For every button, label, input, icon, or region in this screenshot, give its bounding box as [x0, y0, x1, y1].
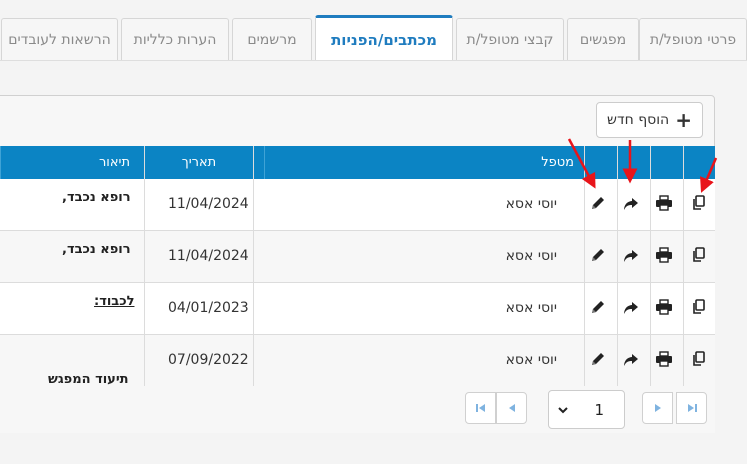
print-icon — [655, 299, 673, 319]
tab-prescriptions[interactable]: מרשמים — [232, 18, 312, 61]
column-divider — [584, 146, 585, 386]
plus-icon: + — [675, 108, 692, 132]
print-button[interactable] — [654, 351, 674, 371]
edit-icon — [590, 195, 606, 215]
copy-button[interactable] — [689, 299, 709, 319]
therapist-cell: יוסי אסא — [505, 248, 557, 264]
last-page-icon — [687, 404, 697, 412]
copy-button[interactable] — [689, 351, 709, 371]
edit-button[interactable] — [588, 195, 608, 215]
share-button[interactable] — [621, 299, 641, 319]
first-page-button[interactable] — [465, 392, 496, 424]
column-divider — [650, 146, 651, 386]
edit-button[interactable] — [588, 247, 608, 267]
next-page-button[interactable] — [642, 392, 673, 424]
therapist-cell: יוסי אסא — [505, 300, 557, 316]
column-divider — [617, 146, 618, 386]
therapist-cell: יוסי אסא — [505, 196, 557, 212]
page-number: 1 — [594, 400, 604, 419]
prev-page-button[interactable] — [496, 392, 527, 424]
add-new-button[interactable]: + הוסף חדש — [596, 102, 703, 138]
copy-button[interactable] — [689, 195, 709, 215]
print-icon — [655, 247, 673, 267]
share-button[interactable] — [621, 351, 641, 371]
description-cell: לכבוד: — [94, 294, 135, 309]
share-button[interactable] — [621, 195, 641, 215]
edit-icon — [590, 351, 606, 371]
column-divider — [683, 146, 684, 386]
column-header-therapist[interactable]: מטפל — [264, 146, 584, 179]
copy-button[interactable] — [689, 247, 709, 267]
last-page-button[interactable] — [676, 392, 707, 424]
column-divider — [144, 146, 145, 386]
column-header-date[interactable]: תאריך — [144, 146, 253, 179]
tab-employee-permissions[interactable]: הרשאות לעובדים — [1, 18, 118, 61]
column-divider — [253, 146, 254, 386]
share-icon — [623, 248, 639, 267]
tab-letters-referrals[interactable]: מכתבים/הפניות — [315, 15, 453, 61]
edit-button[interactable] — [588, 351, 608, 371]
chevron-down-icon — [558, 406, 568, 413]
share-button[interactable] — [621, 247, 641, 267]
first-page-icon — [475, 404, 485, 412]
tab-divider — [0, 60, 747, 61]
print-button[interactable] — [654, 247, 674, 267]
copy-icon — [692, 247, 706, 267]
date-cell: 07/09/2022 — [168, 352, 249, 368]
tab-patient-files[interactable]: קבצי מטופל/ת — [456, 18, 564, 61]
date-cell: 11/04/2024 — [168, 196, 249, 212]
print-icon — [655, 351, 673, 371]
add-new-label: הוסף חדש — [607, 112, 670, 128]
column-header-description[interactable]: תיאור — [0, 146, 144, 179]
share-icon — [623, 196, 639, 215]
tab-bar: פרטי מטופל/ת מפגשים קבצי מטופל/ת מכתבים/… — [0, 15, 747, 61]
tab-general-notes[interactable]: הערות כלליות — [121, 18, 229, 61]
description-cell: תיעוד המפגש — [48, 372, 129, 387]
next-page-icon — [654, 404, 661, 412]
page-select[interactable]: 1 — [548, 390, 625, 429]
copy-icon — [692, 351, 706, 371]
date-cell: 11/04/2024 — [168, 248, 249, 264]
tab-patient-details[interactable]: פרטי מטופל/ת — [639, 18, 747, 61]
description-cell: רופא נכבד, — [62, 242, 131, 257]
print-icon — [655, 195, 673, 215]
date-cell: 04/01/2023 — [168, 300, 249, 316]
print-button[interactable] — [654, 195, 674, 215]
copy-icon — [692, 195, 706, 215]
edit-button[interactable] — [588, 299, 608, 319]
tab-meetings[interactable]: מפגשים — [567, 18, 639, 61]
prev-page-icon — [508, 404, 515, 412]
therapist-cell: יוסי אסא — [505, 352, 557, 368]
print-button[interactable] — [654, 299, 674, 319]
description-cell: רופא נכבד, — [62, 190, 131, 205]
edit-icon — [590, 299, 606, 319]
share-icon — [623, 300, 639, 319]
copy-icon — [692, 299, 706, 319]
edit-icon — [590, 247, 606, 267]
share-icon — [623, 352, 639, 371]
